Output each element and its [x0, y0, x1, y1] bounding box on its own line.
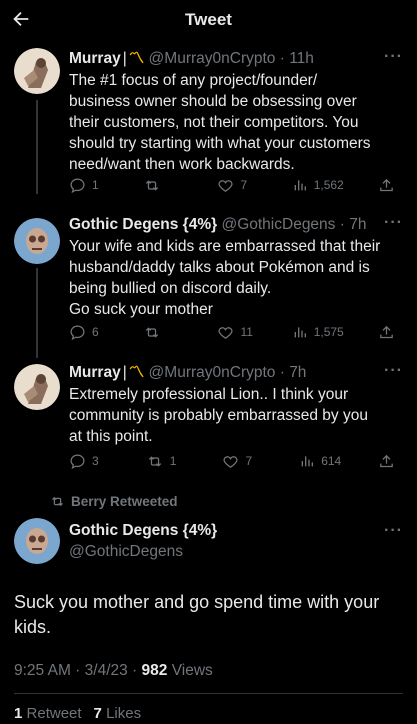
retweet-icon — [148, 455, 161, 467]
timestamp[interactable]: 11h — [289, 50, 314, 67]
chart-icon — [301, 456, 314, 467]
author-handle[interactable]: @Murray0nCrypto — [149, 50, 276, 67]
author-name[interactable]: Murray — [69, 364, 121, 381]
like-button[interactable]: 11 — [217, 324, 257, 341]
author-handle[interactable]: @GothicDegens — [69, 543, 183, 561]
reply-icon — [70, 177, 85, 193]
badge-icon: 〽 — [128, 364, 145, 381]
tweet-text: Your wife and kids are embarrassed that … — [69, 238, 381, 318]
reply-button[interactable]: 1 — [69, 177, 109, 194]
like-button[interactable]: 7 — [222, 453, 262, 470]
views-button[interactable]: 1,562 — [292, 177, 344, 193]
avatar[interactable] — [14, 364, 60, 410]
timestamp[interactable]: 9:25 AM · 3/4/23 · — [14, 662, 142, 679]
chart-icon — [294, 327, 306, 338]
like-count[interactable]: 7 Likes — [94, 705, 142, 722]
more-icon[interactable]: ··· — [384, 213, 403, 233]
retweet-icon — [146, 179, 159, 191]
views-button[interactable]: 1,575 — [292, 324, 344, 340]
avatar[interactable] — [14, 518, 60, 564]
share-icon — [380, 454, 393, 467]
more-icon[interactable]: ··· — [384, 522, 403, 540]
author-name[interactable]: Gothic Degens {4%} — [69, 216, 217, 233]
retweet-icon — [52, 496, 63, 507]
heart-icon — [218, 326, 233, 339]
retweet-button[interactable]: 1 — [146, 453, 186, 470]
author-handle[interactable]: @Murray0nCrypto — [149, 364, 276, 381]
retweet-button[interactable] — [143, 177, 183, 194]
reply-icon — [70, 453, 85, 469]
heart-icon — [218, 179, 233, 192]
more-icon[interactable]: ··· — [384, 361, 403, 381]
like-button[interactable]: 7 — [217, 177, 257, 194]
share-button[interactable] — [378, 177, 395, 194]
tweet-text: Extremely professional Lion.. I think yo… — [69, 386, 368, 445]
reply-icon — [70, 324, 85, 340]
thread-tweet[interactable]: Murray | 〽 @Murray0nCrypto · 11h ··· The #… — [0, 44, 417, 194]
retweet-button[interactable] — [143, 324, 183, 341]
share-icon — [380, 325, 393, 338]
tweet-meta: 9:25 AM · 3/4/23 · 982 Views — [14, 662, 213, 679]
heart-icon — [223, 455, 238, 468]
author-name[interactable]: Murray — [69, 50, 121, 67]
page-title: Tweet — [185, 10, 232, 29]
views-button[interactable]: 614 — [299, 453, 341, 469]
avatar[interactable] — [14, 48, 60, 94]
timestamp[interactable]: 7h — [289, 364, 306, 381]
share-button[interactable] — [378, 324, 395, 341]
share-button[interactable] — [378, 453, 395, 470]
tweet-text: The #1 focus of any project/founder/busi… — [69, 72, 371, 173]
author-handle[interactable]: @GothicDegens — [221, 216, 335, 233]
views-count: 982 — [141, 662, 168, 679]
share-icon — [380, 178, 393, 191]
engagement-counts: 1 Retweet 7 Likes — [14, 705, 141, 722]
retweet-icon — [146, 326, 159, 338]
reply-button[interactable]: 6 — [69, 324, 109, 341]
retweet-count[interactable]: 1 Retweet — [14, 705, 82, 722]
thread-tweet[interactable]: Murray | 〽 @Murray0nCrypto · 7h ··· Extrem… — [0, 358, 417, 478]
reply-button[interactable]: 3 — [69, 453, 109, 470]
chart-icon — [294, 180, 306, 191]
avatar[interactable] — [14, 218, 60, 264]
top-bar: Tweet — [0, 0, 417, 40]
timestamp[interactable]: 7h — [349, 216, 366, 233]
badge-icon: 〽 — [128, 50, 145, 67]
main-tweet-text: Suck you mother and go spend time with y… — [14, 592, 380, 637]
author-name[interactable]: Gothic Degens {4%} — [69, 522, 217, 540]
retweeted-by[interactable]: Berry Retweeted — [50, 494, 178, 509]
more-icon[interactable]: ··· — [384, 47, 403, 67]
thread-tweet[interactable]: Gothic Degens {4%} @GothicDegens · 7h ··… — [0, 208, 417, 358]
